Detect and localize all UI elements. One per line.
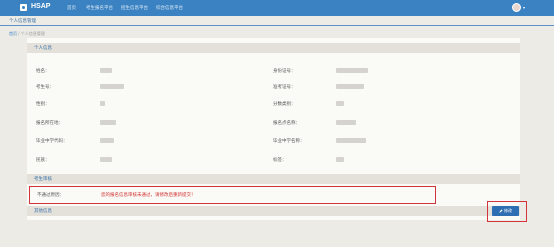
name-value <box>100 68 112 73</box>
exam-area-value <box>336 120 356 125</box>
pencil-icon <box>499 209 503 213</box>
section-review: 考生审核 <box>27 174 520 184</box>
school-code-label: 毕业中学代码： <box>36 139 68 144</box>
id-number-value <box>336 68 368 73</box>
nav-general-info[interactable]: 综合信息平台 <box>156 5 183 11</box>
review-reason-highlight <box>29 186 436 204</box>
nav-home[interactable]: 首页 <box>67 5 76 11</box>
modify-button[interactable]: 修改 <box>492 206 519 216</box>
nation-label: 民族： <box>36 158 50 163</box>
admission-number-value <box>336 84 364 89</box>
exam-city-value <box>100 120 116 125</box>
section-title: 其他信息 <box>34 209 52 214</box>
name-label: 姓名： <box>36 69 50 74</box>
breadcrumb-current: 个人信息管理 <box>20 31 45 36</box>
exam-number-value <box>100 84 124 89</box>
school-code-value <box>100 138 114 143</box>
section-title: 考生审核 <box>34 177 52 182</box>
brand-name[interactable]: HSAP <box>31 3 50 10</box>
title-divider <box>0 25 554 26</box>
category-label: 分数类别： <box>273 102 296 107</box>
breadcrumb-separator: / <box>18 31 20 36</box>
section-title: 个人信息 <box>34 46 52 51</box>
tag-label: 标签： <box>273 158 287 163</box>
gender-value <box>100 101 105 106</box>
page-title: 个人信息管理 <box>9 19 36 24</box>
section-extra-info: 其他信息 <box>27 206 520 216</box>
user-avatar[interactable] <box>512 3 521 12</box>
review-reason-label: 不通过原因： <box>37 193 64 198</box>
admission-number-label: 准考证号： <box>273 85 296 90</box>
nav-exam-registration[interactable]: 考生报名平台 <box>86 5 113 11</box>
top-navigation-bar: HSAP 首页 考生报名平台 招生信息平台 综合信息平台 ▾ <box>0 0 554 16</box>
review-reason-text: 您的报名信息审核未通过，请修改后重新提交！ <box>101 193 196 198</box>
tag-value <box>336 157 344 162</box>
exam-city-label: 报名所在地： <box>36 121 63 126</box>
nation-value <box>100 157 112 162</box>
modify-button-label: 修改 <box>504 208 512 213</box>
exam-area-label: 报名点名称： <box>273 121 300 126</box>
gender-label: 性别： <box>36 102 50 107</box>
chevron-down-icon[interactable]: ▾ <box>523 5 525 10</box>
logo-icon <box>20 4 27 11</box>
school-name-label: 毕业中学名称： <box>273 139 305 144</box>
breadcrumb-home[interactable]: 首页 <box>9 31 17 36</box>
breadcrumb: 首页 / 个人信息管理 <box>9 31 45 37</box>
exam-number-label: 考生号： <box>36 85 54 90</box>
school-name-value <box>336 138 366 143</box>
category-value <box>336 101 344 106</box>
id-number-label: 身份证号： <box>273 69 296 74</box>
section-personal-info: 个人信息 <box>27 43 520 53</box>
nav-admission-info[interactable]: 招生信息平台 <box>121 5 148 11</box>
